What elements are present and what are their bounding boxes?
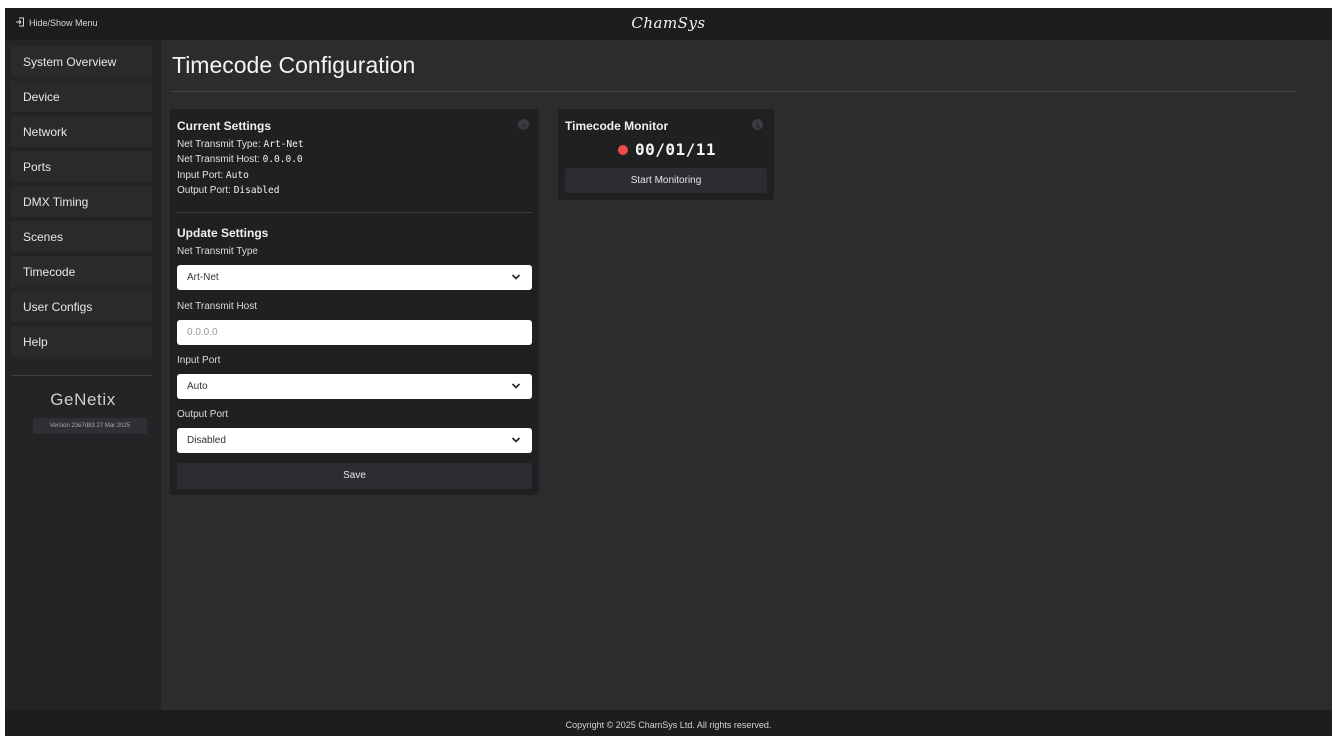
app-window: Hide/Show Menu ChamSys System Overview D…: [5, 8, 1332, 736]
current-input-port-label: Input Port:: [177, 170, 224, 181]
current-net-transmit-type-label: Net Transmit Type:: [177, 139, 261, 150]
current-net-transmit-type-value: Art-Net: [263, 139, 304, 150]
title-divider: [172, 91, 1297, 92]
footer: Copyright © 2025 ChamSys Ltd. All rights…: [5, 710, 1332, 736]
sidebar-item-ports[interactable]: Ports: [11, 151, 152, 182]
current-output-port-label: Output Port:: [177, 185, 231, 196]
product-name: GeNetix: [50, 390, 116, 409]
start-monitoring-button[interactable]: Start Monitoring: [565, 168, 767, 193]
sidebar-item-user-configs[interactable]: User Configs: [11, 291, 152, 322]
record-dot-icon: [618, 144, 628, 155]
current-input-port: Input Port: Auto: [177, 170, 249, 181]
output-port-label: Output Port: [177, 409, 229, 420]
update-settings-heading: Update Settings: [177, 226, 269, 240]
input-port-select[interactable]: Auto: [177, 374, 532, 399]
input-port-selected: Auto: [187, 381, 208, 392]
save-button[interactable]: Save: [177, 463, 532, 489]
output-port-selected: Disabled: [187, 435, 226, 446]
copyright-text: Copyright © 2025 ChamSys Ltd. All rights…: [565, 720, 772, 730]
current-output-port: Output Port: Disabled: [177, 185, 279, 196]
svg-text:?: ?: [521, 123, 526, 132]
timecode-display: 00/01/11: [618, 140, 716, 159]
settings-card: Current Settings ? Net Transmit Type: Ar…: [170, 109, 539, 495]
current-net-transmit-type: Net Transmit Type: Art-Net: [177, 139, 304, 150]
net-transmit-host-label: Net Transmit Host: [177, 301, 258, 312]
help-icon[interactable]: ?: [518, 119, 529, 132]
sidebar-item-system-overview[interactable]: System Overview: [11, 46, 152, 77]
current-net-transmit-host: Net Transmit Host: 0.0.0.0: [177, 154, 303, 165]
current-net-transmit-host-value: 0.0.0.0: [262, 154, 303, 165]
input-port-label: Input Port: [177, 355, 221, 366]
brand-logo: ChamSys: [631, 14, 706, 32]
output-port-select[interactable]: Disabled: [177, 428, 532, 453]
net-transmit-host-input[interactable]: 0.0.0.0: [177, 320, 532, 345]
chevron-down-icon: [511, 274, 521, 280]
settings-divider: [177, 212, 532, 213]
sidebar-item-scenes[interactable]: Scenes: [11, 221, 152, 252]
sidebar-item-help[interactable]: Help: [11, 326, 152, 357]
net-transmit-type-selected: Art-Net: [187, 272, 219, 283]
net-transmit-type-label: Net Transmit Type: [177, 246, 258, 257]
current-output-port-value: Disabled: [233, 185, 280, 196]
page-title: Timecode Configuration: [172, 52, 416, 78]
timecode-value: 00/01/11: [635, 140, 717, 159]
sidebar-divider: [11, 375, 152, 376]
sidebar-item-network[interactable]: Network: [11, 116, 152, 147]
current-settings-heading: Current Settings: [177, 119, 272, 133]
current-input-port-value: Auto: [225, 170, 249, 181]
timecode-monitor-card: Timecode Monitor 00/01/11 Start Monitori…: [558, 109, 774, 200]
version-badge: Version 23e7d83 27 Mar 2025: [33, 418, 147, 434]
sidebar-item-device[interactable]: Device: [11, 81, 152, 112]
clock-icon: [752, 119, 763, 130]
net-transmit-type-select[interactable]: Art-Net: [177, 265, 532, 290]
sidebar-item-dmx-timing[interactable]: DMX Timing: [11, 186, 152, 217]
sidebar: System Overview Device Network Ports DMX…: [5, 40, 161, 710]
timecode-monitor-heading: Timecode Monitor: [565, 119, 669, 133]
chevron-down-icon: [511, 437, 521, 443]
current-net-transmit-host-label: Net Transmit Host:: [177, 154, 260, 165]
chevron-down-icon: [511, 383, 521, 389]
top-bar: Hide/Show Menu ChamSys: [5, 8, 1332, 40]
sidebar-item-timecode[interactable]: Timecode: [11, 256, 152, 287]
